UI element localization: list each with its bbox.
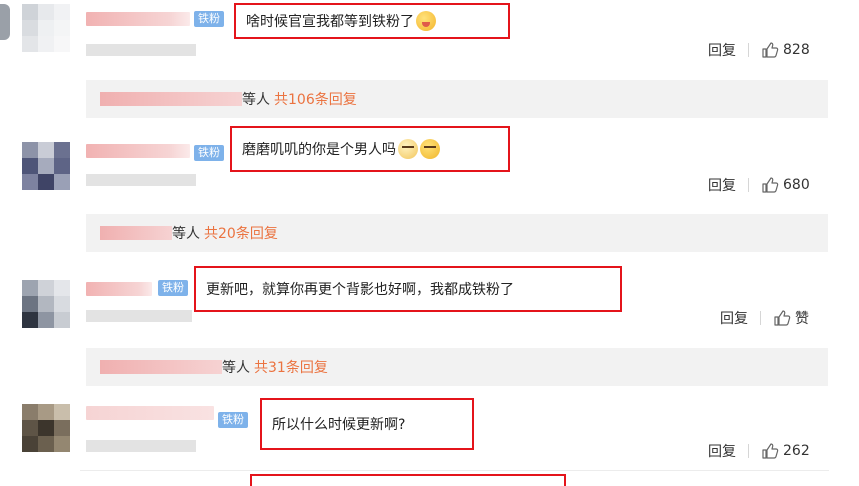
username-blurred[interactable] (86, 12, 190, 26)
comment-text: 磨磨叽叽的你是个男人吗 (242, 142, 396, 158)
reply-names-blurred (100, 92, 242, 106)
divider (748, 178, 749, 192)
emoji-icon (416, 11, 436, 31)
divider (748, 43, 749, 57)
like-count: 262 (783, 443, 810, 459)
thumbs-up-icon (762, 42, 779, 58)
meta-blurred (86, 310, 192, 322)
reply-summary[interactable]: 等人 共106条回复 (86, 80, 828, 118)
username-blurred[interactable] (86, 144, 190, 158)
comment-text-highlight: 更新吧，就算你再更个背影也好啊，我都成铁粉了 (194, 266, 622, 312)
comment-text-highlight: 磨磨叽叽的你是个男人吗 (230, 126, 510, 172)
meta-blurred (86, 44, 196, 56)
comment-text: 更新吧，就算你再更个背影也好啊，我都成铁粉了 (206, 282, 514, 298)
emoji-icon (398, 139, 418, 159)
like-button[interactable]: 680 (761, 176, 810, 194)
reply-names-blurred (100, 226, 172, 240)
avatar[interactable] (22, 142, 70, 190)
reply-count-link[interactable]: 共31条回复 (254, 357, 328, 377)
fan-badge[interactable]: 铁粉 (158, 280, 188, 296)
avatar[interactable] (22, 404, 70, 452)
reply-names-blurred (100, 360, 222, 374)
reply-button[interactable]: 回复 (720, 308, 748, 328)
comment-text-highlight: 啥时候官宣我都等到铁粉了 (234, 3, 510, 39)
meta-blurred (86, 440, 196, 452)
comment-text-highlight: 所以什么时候更新啊? (260, 398, 474, 450)
comment-text: 所以什么时候更新啊? (272, 417, 406, 433)
like-count: 680 (783, 177, 810, 193)
thumbs-up-icon (774, 310, 791, 326)
comment-actions: 回复 828 (708, 40, 810, 60)
meta-blurred (86, 174, 196, 186)
comment-text-highlight-partial (250, 474, 566, 486)
username-blurred[interactable] (86, 282, 152, 296)
fan-badge[interactable]: 铁粉 (194, 145, 224, 161)
fan-badge[interactable]: 铁粉 (194, 11, 224, 27)
reply-count-link[interactable]: 共106条回复 (274, 89, 357, 109)
reply-summary[interactable]: 等人 共20条回复 (86, 214, 828, 252)
reply-summary[interactable]: 等人 共31条回复 (86, 348, 828, 386)
avatar-partial (0, 4, 10, 40)
divider (760, 311, 761, 325)
comment-actions: 回复 262 (708, 441, 810, 461)
comment-actions: 回复 赞 (720, 308, 809, 328)
comment-divider (80, 470, 829, 471)
username-blurred[interactable] (86, 406, 214, 420)
comment-text: 啥时候官宣我都等到铁粉了 (246, 14, 414, 30)
like-label: 赞 (795, 311, 809, 327)
reply-suffix: 等人 (242, 92, 270, 108)
comment-actions: 回复 680 (708, 175, 810, 195)
like-count: 828 (783, 42, 810, 58)
reply-button[interactable]: 回复 (708, 175, 736, 195)
avatar[interactable] (22, 4, 70, 52)
reply-count-link[interactable]: 共20条回复 (204, 223, 278, 243)
divider (748, 444, 749, 458)
like-button[interactable]: 赞 (773, 308, 809, 328)
thumbs-up-icon (762, 443, 779, 459)
thumbs-up-icon (762, 177, 779, 193)
like-button[interactable]: 262 (761, 442, 810, 460)
like-button[interactable]: 828 (761, 41, 810, 59)
reply-button[interactable]: 回复 (708, 441, 736, 461)
reply-button[interactable]: 回复 (708, 40, 736, 60)
emoji-icon (420, 139, 440, 159)
fan-badge[interactable]: 铁粉 (218, 412, 248, 428)
reply-suffix: 等人 (172, 226, 200, 242)
avatar[interactable] (22, 280, 70, 328)
reply-suffix: 等人 (222, 360, 250, 376)
